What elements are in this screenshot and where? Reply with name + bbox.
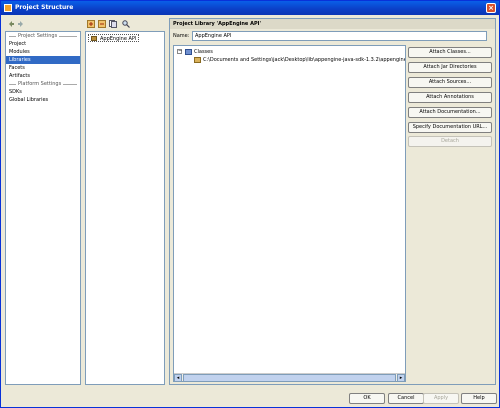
remove-icon[interactable] xyxy=(98,20,106,28)
window-title: Project Structure xyxy=(15,4,74,11)
platform-settings-header: Platform Settings xyxy=(6,80,80,88)
library-roots-tree[interactable]: − Classes C:\Documents and Settings\jack… xyxy=(173,45,406,382)
settings-nav-panel: Project Settings Project Modules Librari… xyxy=(5,31,81,385)
arrow-right-icon[interactable] xyxy=(17,20,25,28)
copy-icon[interactable] xyxy=(109,20,117,28)
scroll-left-icon[interactable]: ◂ xyxy=(174,374,182,381)
find-icon[interactable] xyxy=(122,20,130,28)
add-icon[interactable] xyxy=(87,20,95,28)
tree-node-label: C:\Documents and Settings\jack\Desktop\l… xyxy=(203,57,406,63)
help-button[interactable]: Help xyxy=(461,393,497,404)
attach-annotations-button[interactable]: Attach Annotations xyxy=(408,92,492,103)
library-details: Project Library 'AppEngine API' Name: Ap… xyxy=(169,18,496,385)
sidebar-item-project[interactable]: Project xyxy=(6,40,80,48)
sidebar-item-facets[interactable]: Facets xyxy=(6,64,80,72)
library-name: AppEngine API xyxy=(100,36,137,42)
title-bar: Project Structure × xyxy=(1,1,499,15)
cancel-button[interactable]: Cancel xyxy=(388,393,424,404)
sidebar-item-sdks[interactable]: SDKs xyxy=(6,88,80,96)
horizontal-scrollbar[interactable]: ◂ ▸ xyxy=(174,373,405,381)
attach-classes-button[interactable]: Attach Classes... xyxy=(408,47,492,58)
name-field[interactable]: AppEngine API xyxy=(192,31,487,41)
apply-button[interactable]: Apply xyxy=(423,393,459,404)
tree-node-label: Classes xyxy=(194,49,213,55)
attach-sources-button[interactable]: Attach Sources... xyxy=(408,77,492,88)
arrow-left-icon[interactable] xyxy=(7,20,15,28)
project-settings-header: Project Settings xyxy=(6,32,80,40)
project-structure-dialog: Project Structure × Project Settings Pro… xyxy=(0,0,500,408)
classes-icon xyxy=(185,49,192,55)
libraries-list-panel: AppEngine API xyxy=(85,31,165,385)
name-label: Name: xyxy=(173,33,190,39)
jar-icon xyxy=(194,57,201,63)
collapse-icon[interactable]: − xyxy=(177,49,182,54)
sidebar-item-global-libraries[interactable]: Global Libraries xyxy=(6,96,80,104)
list-item[interactable]: AppEngine API xyxy=(88,34,140,42)
scroll-right-icon[interactable]: ▸ xyxy=(397,374,405,381)
library-toolbar xyxy=(85,18,165,30)
library-header: Project Library 'AppEngine API' xyxy=(170,19,495,29)
detach-button[interactable]: Detach xyxy=(408,136,492,147)
sidebar-item-modules[interactable]: Modules xyxy=(6,48,80,56)
attach-jar-directories-button[interactable]: Attach Jar Directories xyxy=(408,62,492,73)
library-icon xyxy=(91,36,97,41)
sidebar-item-artifacts[interactable]: Artifacts xyxy=(6,72,80,80)
close-icon[interactable]: × xyxy=(486,3,496,13)
sidebar-item-libraries[interactable]: Libraries xyxy=(6,56,80,64)
attach-documentation-button[interactable]: Attach Documentation... xyxy=(408,107,492,118)
specify-documentation-url-button[interactable]: Specify Documentation URL... xyxy=(408,122,492,133)
nav-toolbar xyxy=(5,18,81,30)
scrollbar-thumb[interactable] xyxy=(183,374,396,381)
ok-button[interactable]: OK xyxy=(349,393,385,404)
app-icon xyxy=(4,4,12,12)
